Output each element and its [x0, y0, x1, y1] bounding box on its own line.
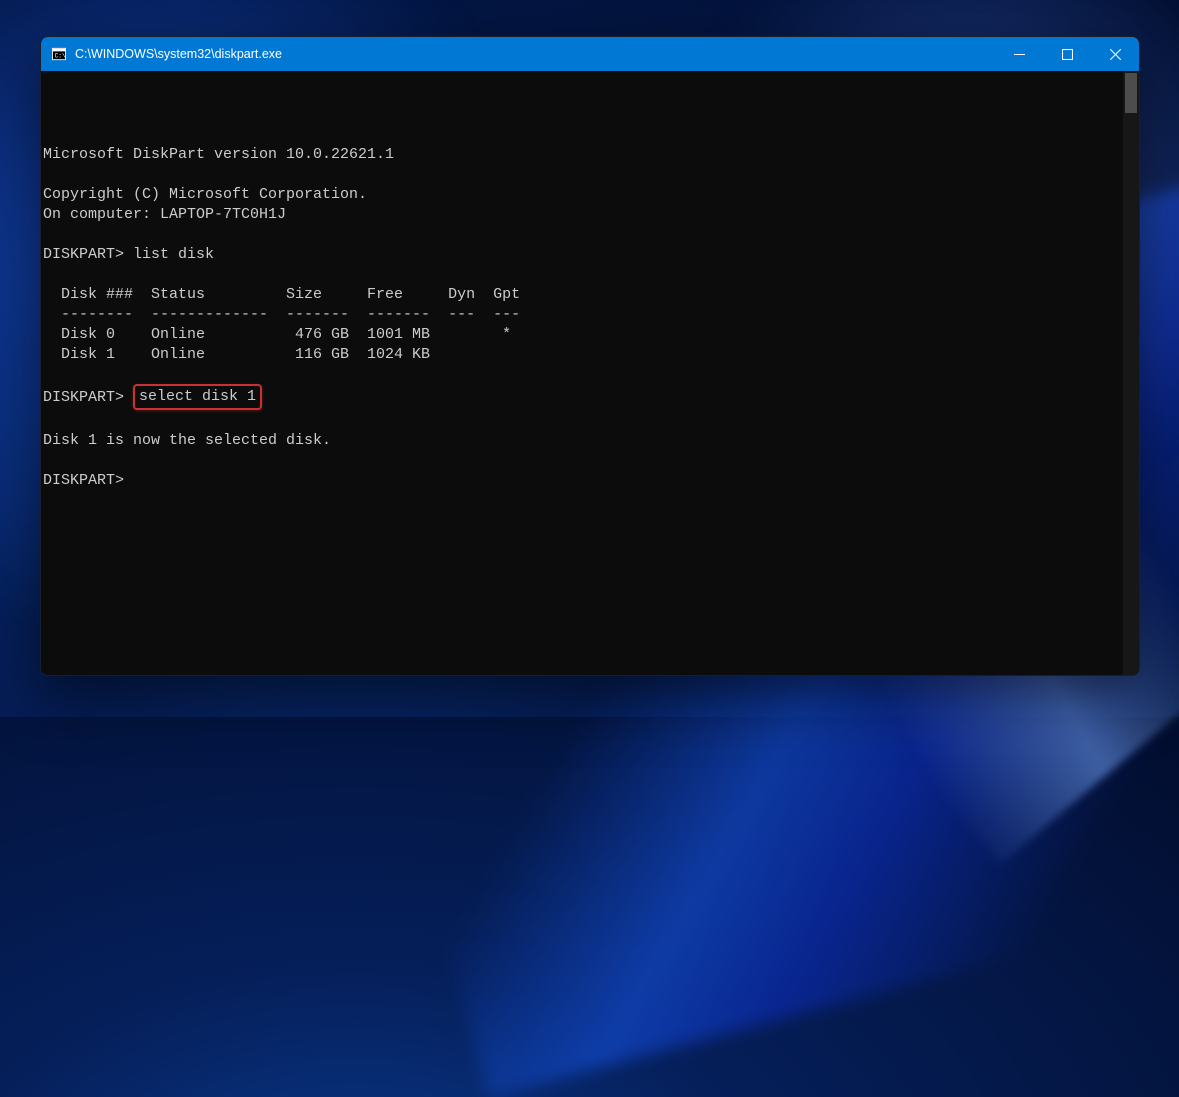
prompt-prefix: DISKPART> — [43, 389, 133, 406]
table-row: Disk 1 Online 116 GB 1024 KB — [43, 346, 430, 363]
table-header: Disk ### Status Size Free Dyn Gpt — [43, 286, 520, 303]
table-row: Disk 0 Online 476 GB 1001 MB * — [43, 326, 511, 343]
terminal-line: Microsoft DiskPart version 10.0.22621.1 — [43, 146, 394, 163]
app-terminal-icon: C:\ — [51, 46, 67, 62]
command-text: list disk — [133, 246, 214, 263]
terminal-line: Disk 1 is now the selected disk. — [43, 432, 331, 449]
window-title: C:\WINDOWS\system32\diskpart.exe — [75, 47, 282, 61]
table-divider: -------- ------------- ------- ------- -… — [43, 306, 520, 323]
highlighted-command: select disk 1 — [133, 384, 262, 410]
close-button[interactable] — [1091, 37, 1139, 71]
svg-text:C:\: C:\ — [55, 53, 66, 60]
titlebar[interactable]: C:\ C:\WINDOWS\system32\diskpart.exe — [41, 37, 1139, 71]
terminal-line: On computer: LAPTOP-7TC0H1J — [43, 206, 286, 223]
scrollbar-thumb[interactable] — [1125, 73, 1137, 113]
minimize-button[interactable] — [995, 37, 1043, 71]
scrollbar-track[interactable] — [1123, 71, 1139, 675]
maximize-button[interactable] — [1043, 37, 1091, 71]
diskpart-window: C:\ C:\WINDOWS\system32\diskpart.exe Mic… — [40, 36, 1140, 676]
terminal-line: Copyright (C) Microsoft Corporation. — [43, 186, 367, 203]
prompt-prefix: DISKPART> — [43, 246, 133, 263]
terminal-output[interactable]: Microsoft DiskPart version 10.0.22621.1 … — [41, 71, 1139, 675]
command-text: select disk 1 — [139, 388, 256, 405]
prompt-prefix: DISKPART> — [43, 472, 124, 489]
